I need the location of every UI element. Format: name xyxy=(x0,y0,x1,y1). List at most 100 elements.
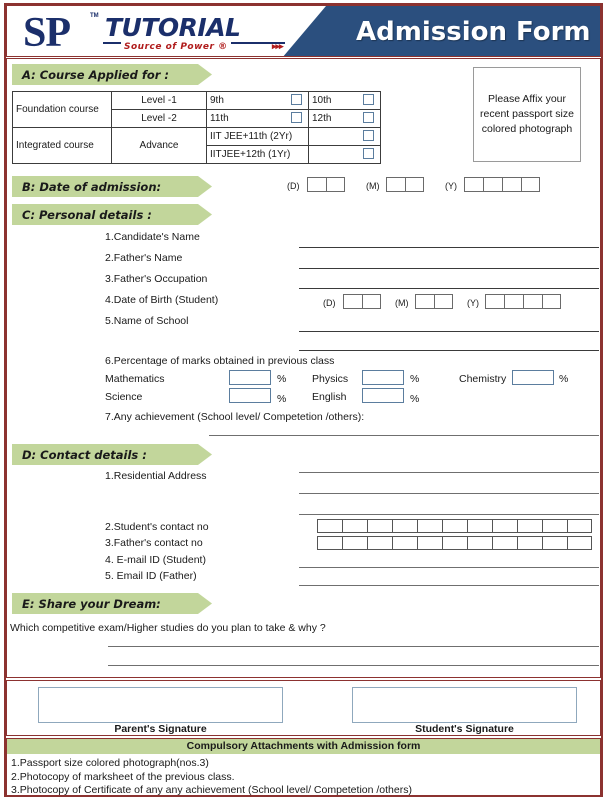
digit-cell[interactable] xyxy=(367,536,392,550)
digit-cell[interactable] xyxy=(405,177,424,192)
physics-percent-input[interactable] xyxy=(362,370,404,385)
dob-year-input[interactable] xyxy=(485,294,561,309)
attachment-item: 3.Photocopy of Certificate of any any ac… xyxy=(11,784,412,796)
digit-cell[interactable] xyxy=(343,294,362,309)
chemistry-percent-input[interactable] xyxy=(512,370,554,385)
digit-cell[interactable] xyxy=(442,519,467,533)
digit-cell[interactable] xyxy=(362,294,381,309)
course-option-label: 11th xyxy=(210,113,229,124)
digit-cell[interactable] xyxy=(386,177,405,192)
digit-cell[interactable] xyxy=(517,519,542,533)
science-percent-unit: % xyxy=(277,393,287,405)
digit-cell[interactable] xyxy=(434,294,453,309)
digit-cell[interactable] xyxy=(417,536,442,550)
checkbox-iitjee-11th[interactable] xyxy=(363,130,374,141)
course-option-cell xyxy=(308,145,381,164)
admission-month-input[interactable] xyxy=(386,177,424,192)
math-percent-unit: % xyxy=(277,373,287,385)
digit-cell[interactable] xyxy=(417,519,442,533)
checkbox-iitjee-12th[interactable] xyxy=(363,148,374,159)
table-row: Foundation course Level -1 9th 10th xyxy=(12,91,381,128)
achievement-input[interactable] xyxy=(209,435,599,436)
course-level-cell: Advance xyxy=(111,127,207,164)
student-signature-box[interactable] xyxy=(352,687,577,723)
admission-day-input[interactable] xyxy=(307,177,345,192)
digit-cell[interactable] xyxy=(464,177,483,192)
digit-cell[interactable] xyxy=(492,519,517,533)
course-option-cell: 12th xyxy=(308,109,381,128)
dream-question-label: Which competitive exam/Higher studies do… xyxy=(10,622,326,634)
digit-cell[interactable] xyxy=(442,536,467,550)
digit-cell[interactable] xyxy=(567,536,592,550)
address-line-2[interactable] xyxy=(299,493,599,494)
course-option-label: 9th xyxy=(210,95,224,106)
digit-cell[interactable] xyxy=(467,519,492,533)
checkbox-10th[interactable] xyxy=(363,94,374,105)
section-d-label: D: Contact details : xyxy=(22,447,147,462)
digit-cell[interactable] xyxy=(317,519,342,533)
course-option-cell: IIT JEE+11th (2Yr) xyxy=(206,127,309,146)
school-name-input-extra[interactable] xyxy=(299,350,599,351)
school-name-input[interactable] xyxy=(299,331,599,332)
address-line-1[interactable] xyxy=(299,472,599,473)
digit-cell[interactable] xyxy=(523,294,542,309)
math-percent-input[interactable] xyxy=(229,370,271,385)
dream-answer-line-1[interactable] xyxy=(108,646,599,647)
father-name-label: 2.Father's Name xyxy=(105,252,183,264)
digit-cell[interactable] xyxy=(521,177,540,192)
attachments-section: Compulsory Attachments with Admission fo… xyxy=(6,738,601,796)
student-email-input[interactable] xyxy=(299,567,599,568)
digit-cell[interactable] xyxy=(542,294,561,309)
dob-day-input[interactable] xyxy=(343,294,381,309)
digit-cell[interactable] xyxy=(342,519,367,533)
course-option-cell: IITJEE+12th (1Yr) xyxy=(206,145,309,164)
admission-year-input[interactable] xyxy=(464,177,540,192)
digit-cell[interactable] xyxy=(326,177,345,192)
digit-cell[interactable] xyxy=(467,536,492,550)
checkbox-11th[interactable] xyxy=(291,112,302,123)
digit-cell[interactable] xyxy=(392,519,417,533)
father-contact-input[interactable] xyxy=(317,536,592,550)
form-body: A: Course Applied for : Foundation cours… xyxy=(6,58,601,678)
digit-cell[interactable] xyxy=(342,536,367,550)
english-label: English xyxy=(312,391,347,403)
digit-cell[interactable] xyxy=(485,294,504,309)
parent-signature-label: Parent's Signature xyxy=(114,723,207,735)
digit-cell[interactable] xyxy=(317,536,342,550)
digit-cell[interactable] xyxy=(517,536,542,550)
science-percent-input[interactable] xyxy=(229,388,271,403)
digit-cell[interactable] xyxy=(483,177,502,192)
digit-cell[interactable] xyxy=(392,536,417,550)
section-d-banner: D: Contact details : xyxy=(12,444,212,465)
candidate-name-input[interactable] xyxy=(299,247,599,248)
checkbox-9th[interactable] xyxy=(291,94,302,105)
father-name-input[interactable] xyxy=(299,268,599,269)
course-option-cell: 9th xyxy=(206,91,309,110)
digit-cell[interactable] xyxy=(542,536,567,550)
attachment-item: 1.Passport size colored photograph(nos.3… xyxy=(11,757,209,769)
digit-cell[interactable] xyxy=(542,519,567,533)
section-a-label: A: Course Applied for : xyxy=(22,67,170,82)
dob-month-input[interactable] xyxy=(415,294,453,309)
digit-cell[interactable] xyxy=(504,294,523,309)
digit-cell[interactable] xyxy=(502,177,521,192)
form-header: SP TM TUTORIAL Source of Power ® ▸▸▸ Adm… xyxy=(6,5,601,57)
digit-cell[interactable] xyxy=(492,536,517,550)
father-occupation-label: 3.Father's Occupation xyxy=(105,273,208,285)
school-name-label: 5.Name of School xyxy=(105,315,189,327)
digit-cell[interactable] xyxy=(307,177,326,192)
course-option-cell: 11th xyxy=(206,109,309,128)
course-name-cell: Integrated course xyxy=(12,127,112,164)
checkbox-12th[interactable] xyxy=(363,112,374,123)
parent-signature-box[interactable] xyxy=(38,687,283,723)
student-contact-input[interactable] xyxy=(317,519,592,533)
english-percent-input[interactable] xyxy=(362,388,404,403)
father-email-input[interactable] xyxy=(299,585,599,586)
father-occupation-input[interactable] xyxy=(299,288,599,289)
dream-answer-line-2[interactable] xyxy=(108,665,599,666)
address-line-3[interactable] xyxy=(299,514,599,515)
digit-cell[interactable] xyxy=(367,519,392,533)
digit-cell[interactable] xyxy=(415,294,434,309)
digit-cell[interactable] xyxy=(567,519,592,533)
logo-sp-text: SP xyxy=(23,10,71,56)
